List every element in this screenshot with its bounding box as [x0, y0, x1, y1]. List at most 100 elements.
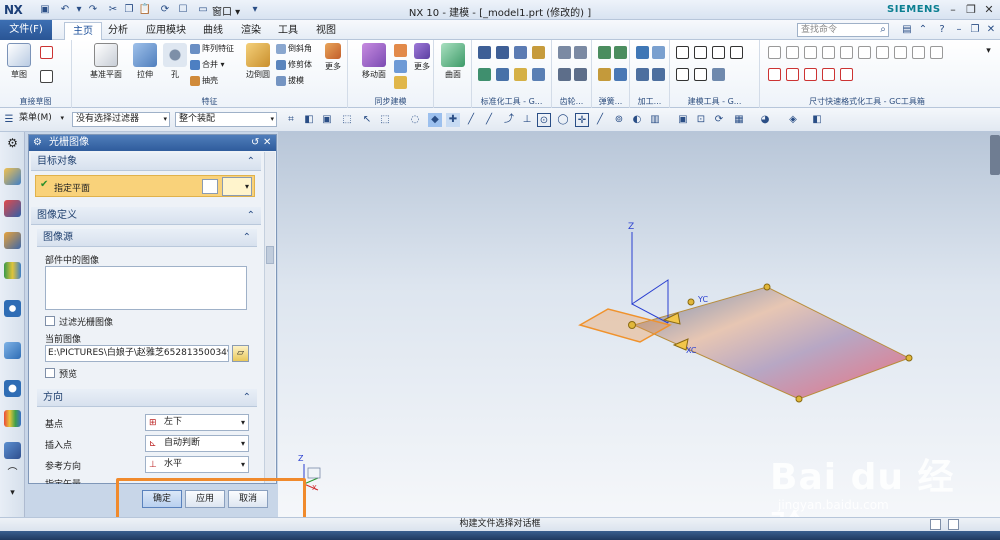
- model-tool-2-icon[interactable]: [694, 46, 707, 59]
- section-image-source[interactable]: 图像源 ⌃: [37, 229, 257, 247]
- std-tool-6-icon[interactable]: [496, 68, 509, 81]
- dim-tool-2-icon[interactable]: [786, 46, 799, 59]
- rectangle-icon[interactable]: [40, 70, 53, 83]
- selection-scope-select[interactable]: 整个装配 ▾: [175, 112, 277, 127]
- help-icon[interactable]: ▤: [900, 23, 914, 37]
- std-tool-2-icon[interactable]: [496, 46, 509, 59]
- std-tool-3-icon[interactable]: [514, 46, 527, 59]
- current-image-path-field[interactable]: E:\PICTURES\白娘子\赵雅芝6528135003492: [45, 345, 229, 362]
- hole-button[interactable]: 孔: [160, 43, 190, 80]
- sync-tool-1-icon[interactable]: [394, 44, 407, 57]
- select-feature-icon[interactable]: ◧: [302, 113, 316, 127]
- dim-tool-14-icon[interactable]: [822, 68, 835, 81]
- control-point-icon[interactable]: ⤴: [502, 113, 516, 127]
- filter-raster-checkbox[interactable]: [45, 316, 55, 326]
- fit-icon[interactable]: ▣: [676, 113, 690, 127]
- unite-button[interactable]: 合并 ▾: [190, 58, 225, 71]
- dim-tool-6-icon[interactable]: [858, 46, 871, 59]
- corner-handle-2[interactable]: [905, 354, 913, 362]
- datum-plane-button[interactable]: 基准平面: [86, 43, 126, 80]
- history-icon[interactable]: [4, 342, 21, 359]
- preview-checkbox[interactable]: [45, 368, 55, 378]
- menu-icon[interactable]: ☰: [2, 113, 16, 127]
- gear-icon[interactable]: ⚙: [33, 135, 42, 151]
- gear-tool-3-icon[interactable]: [558, 68, 571, 81]
- constraint-navigator-icon[interactable]: [4, 200, 21, 217]
- file-menu[interactable]: 文件(F): [0, 20, 52, 40]
- window-menu[interactable]: 窗口 ▾: [212, 3, 240, 18]
- ok-button[interactable]: 确定: [142, 490, 182, 508]
- undo-dropdown-icon[interactable]: ▾: [72, 3, 86, 17]
- spring-tool-4-icon[interactable]: [614, 68, 627, 81]
- sync-more-button[interactable]: 更多: [410, 43, 434, 72]
- sketch-button[interactable]: 草图: [4, 43, 34, 80]
- trim-body-button[interactable]: 修剪体: [276, 58, 312, 71]
- base-point-select[interactable]: ⊞ 左下 ▾: [145, 414, 249, 431]
- status-icon-2[interactable]: [948, 519, 959, 530]
- browse-folder-icon[interactable]: ▱: [232, 345, 249, 362]
- undo-icon[interactable]: ↶: [58, 3, 72, 17]
- mach-tool-4-icon[interactable]: [652, 68, 665, 81]
- render-style-icon[interactable]: ◕: [758, 113, 772, 127]
- point-on-curve-icon[interactable]: ✛: [575, 113, 589, 127]
- move-face-button[interactable]: 移动面: [356, 43, 392, 80]
- dialog-scrollbar[interactable]: [264, 152, 275, 483]
- chamfer-button[interactable]: 倒斜角: [276, 42, 312, 55]
- mach-tool-2-icon[interactable]: [652, 46, 665, 59]
- section-orientation[interactable]: 方向 ⌃: [37, 389, 257, 407]
- collapse-ribbon-icon[interactable]: ⌃: [916, 23, 930, 37]
- doc-minimize-icon[interactable]: –: [952, 23, 966, 37]
- roles-icon[interactable]: ⌒: [4, 464, 21, 481]
- tab-render[interactable]: 渲染: [233, 22, 269, 40]
- clock-icon[interactable]: [4, 380, 21, 397]
- search-icon[interactable]: ⌕: [876, 23, 890, 37]
- show-hide-icon[interactable]: ◧: [810, 113, 824, 127]
- feature-more-button[interactable]: 更多: [320, 43, 346, 72]
- dim-tool-1-icon[interactable]: [768, 46, 781, 59]
- tangent-icon[interactable]: ▥: [648, 113, 662, 127]
- std-tool-4-icon[interactable]: [532, 46, 545, 59]
- tab-home[interactable]: 主页: [64, 22, 102, 40]
- section-target-object[interactable]: 目标对象 ⌃: [31, 153, 261, 171]
- rotate-icon[interactable]: ⟳: [712, 113, 726, 127]
- std-tool-8-icon[interactable]: [532, 68, 545, 81]
- spring-tool-2-icon[interactable]: [614, 46, 627, 59]
- wireframe-icon[interactable]: ◌: [408, 113, 422, 127]
- dim-tool-10-icon[interactable]: [930, 46, 943, 59]
- shaded-icon[interactable]: ◆: [428, 113, 442, 127]
- reset-icon[interactable]: ↺: [251, 135, 259, 151]
- edit-object-display-icon[interactable]: ◈: [786, 113, 800, 127]
- spring-tool-1-icon[interactable]: [598, 46, 611, 59]
- restore-button[interactable]: ❐: [962, 2, 980, 18]
- model-tool-5-icon[interactable]: [676, 68, 689, 81]
- ribbon-options-icon[interactable]: ▾: [982, 46, 995, 59]
- model-tool-7-icon[interactable]: [712, 68, 725, 81]
- save-icon[interactable]: ▣: [38, 3, 52, 17]
- doc-close-icon[interactable]: ✕: [984, 23, 998, 37]
- section-image-definition[interactable]: 图像定义 ⌃: [31, 207, 261, 225]
- model-tool-3-icon[interactable]: [712, 46, 725, 59]
- triangle-icon[interactable]: [676, 46, 689, 59]
- zoom-icon[interactable]: ⊡: [694, 113, 708, 127]
- dim-tool-11-icon[interactable]: [768, 68, 781, 81]
- mach-tool-1-icon[interactable]: [636, 46, 649, 59]
- std-tool-7-icon[interactable]: [514, 68, 527, 81]
- tab-curve[interactable]: 曲线: [195, 22, 231, 40]
- process-studio-icon[interactable]: [4, 442, 21, 459]
- tab-view[interactable]: 视图: [308, 22, 344, 40]
- cancel-button[interactable]: 取消: [228, 490, 268, 508]
- reuse-library-icon[interactable]: [4, 262, 21, 279]
- plane-dialog-icon[interactable]: [202, 179, 218, 194]
- graphics-side-tab[interactable]: [990, 135, 1000, 175]
- customize-quick-access-icon[interactable]: ▾: [248, 3, 262, 17]
- doc-restore-icon[interactable]: ❐: [968, 23, 982, 37]
- apply-button[interactable]: 应用: [185, 490, 225, 508]
- existing-point-icon[interactable]: ◐: [630, 113, 644, 127]
- std-tool-5-icon[interactable]: [478, 68, 491, 81]
- more-resources-icon[interactable]: ▾: [4, 488, 21, 505]
- gear-tool-1-icon[interactable]: [558, 46, 571, 59]
- view-orient-icon[interactable]: ▦: [732, 113, 746, 127]
- edge-blend-button[interactable]: 边倒圆: [240, 43, 276, 80]
- snap-icon[interactable]: ⌗: [284, 113, 298, 127]
- model-tool-6-icon[interactable]: [694, 68, 707, 81]
